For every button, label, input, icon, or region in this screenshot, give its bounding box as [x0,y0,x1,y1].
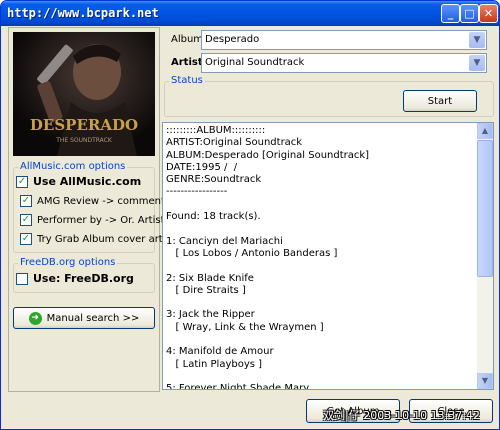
performer-checkbox-row[interactable]: ✓ Performer by -> Or. Artist [20,214,165,226]
start-label: Start [427,95,453,107]
vertical-scrollbar[interactable]: ▲ ▼ [477,123,493,389]
screenshot-watermark: 双剑|仔 2003-10-10 13:37:42 [323,409,481,422]
application-window: http://www.bcpark.net _ □ ✕ DESPERADO TH… [0,0,500,430]
grab-cover-label: Try Grab Album cover art [37,233,163,245]
go-arrow-icon: ➜ [28,311,42,325]
use-freedb-label: Use: FreeDB.org [33,272,134,285]
performer-checkbox[interactable]: ✓ [20,214,32,226]
amg-review-checkbox-row[interactable]: ✓ AMG Review -> comment [20,195,165,207]
left-panel: DESPERADO THE SOUNDTRACK AllMusic.com op… [8,27,165,392]
amg-review-checkbox[interactable]: ✓ [20,195,32,207]
minimize-button[interactable]: _ [441,4,460,23]
results-text: :::::::::ALBUM:::::::::: ARTIST:Original… [166,125,370,390]
scroll-down-icon[interactable]: ▼ [477,373,493,389]
maximize-button[interactable]: □ [460,4,479,23]
album-cover-image: DESPERADO THE SOUNDTRACK [13,32,155,156]
status-legend: Status [169,75,205,86]
manual-search-label: Manual search >> [46,312,140,324]
start-button[interactable]: Start [403,90,477,112]
album-combobox[interactable]: Desperado ▼ [201,30,487,50]
freedb-options-group: FreeDB.org options Use: FreeDB.org [13,257,155,293]
use-allmusic-checkbox[interactable]: ✓ [16,175,28,188]
performer-label: Performer by -> Or. Artist [37,214,165,226]
use-allmusic-label: Use AllMusic.com [33,175,142,188]
title-bar[interactable]: http://www.bcpark.net _ □ ✕ [1,1,499,26]
album-cover-art: DESPERADO THE SOUNDTRACK [13,32,155,156]
results-textarea[interactable]: :::::::::ALBUM:::::::::: ARTIST:Original… [162,122,494,390]
album-value: Desperado [205,34,260,45]
artist-combobox[interactable]: Original Soundtrack ▼ [201,53,487,73]
cover-title: DESPERADO [30,116,138,134]
grab-cover-checkbox-row[interactable]: ✓ Try Grab Album cover art [20,233,163,245]
use-allmusic-checkbox-row[interactable]: ✓ Use AllMusic.com [16,175,141,188]
scrollbar-thumb[interactable] [477,140,493,277]
scroll-up-icon[interactable]: ▲ [477,123,493,139]
allmusic-options-group: AllMusic.com options ✓ Use AllMusic.com … [13,161,165,253]
chevron-down-icon[interactable]: ▼ [469,32,485,48]
window-title: http://www.bcpark.net [7,6,159,20]
use-freedb-checkbox-row[interactable]: Use: FreeDB.org [16,272,134,285]
allmusic-options-legend: AllMusic.com options [18,161,128,172]
amg-review-label: AMG Review -> comment [37,195,165,207]
use-freedb-checkbox[interactable] [16,272,28,285]
freedb-options-legend: FreeDB.org options [18,257,118,268]
grab-cover-checkbox[interactable]: ✓ [20,233,32,245]
cover-subtitle: THE SOUNDTRACK [55,137,113,144]
chevron-down-icon[interactable]: ▼ [469,55,485,71]
manual-search-button[interactable]: ➜ Manual search >> [13,307,155,329]
close-window-button[interactable]: ✕ [479,4,498,23]
artist-value: Original Soundtrack [205,57,305,68]
